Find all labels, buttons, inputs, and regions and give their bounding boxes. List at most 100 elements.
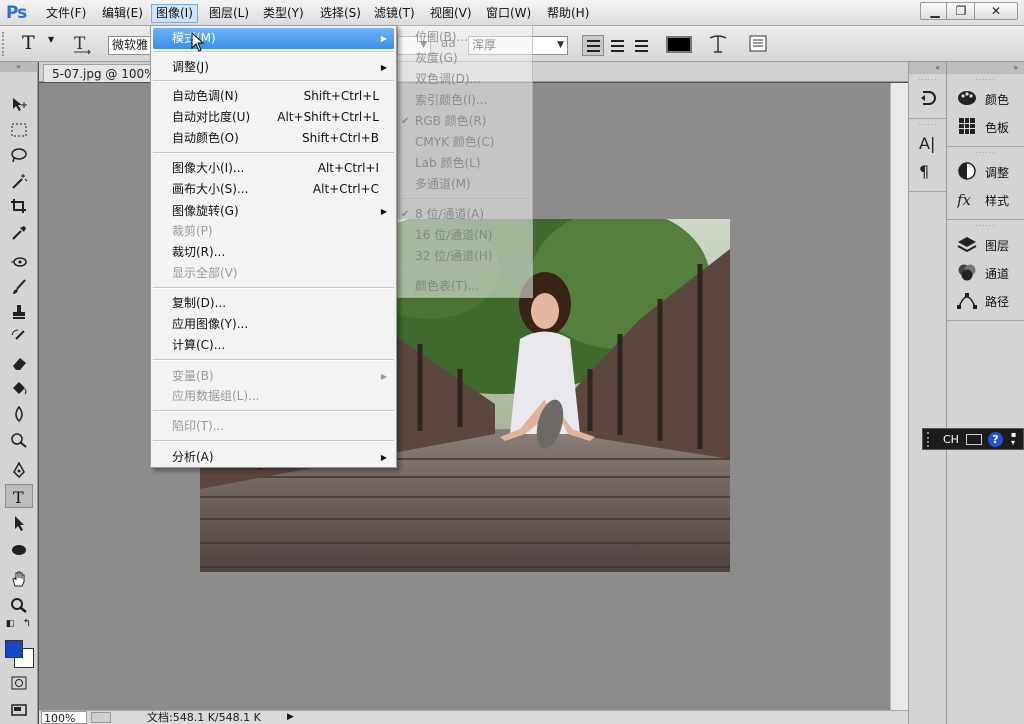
ellipse-tool-icon[interactable] (5, 538, 33, 562)
magic-wand-tool-icon[interactable] (5, 169, 33, 193)
image-menu-crop: 裁剪(P) (172, 224, 213, 238)
character-panel-button[interactable]: A| (909, 129, 946, 157)
keyboard-icon[interactable] (966, 434, 982, 445)
restore-button[interactable]: ❐ (946, 2, 976, 20)
history-brush-tool-icon[interactable] (5, 325, 33, 349)
swatches-panel-label: 色板 (985, 121, 1010, 135)
mode-rgb[interactable]: ✔ RGB 颜色(R) (398, 111, 532, 132)
menu-edit[interactable]: 编辑(E) (98, 4, 147, 23)
spot-healing-tool-icon[interactable] (5, 250, 33, 274)
styles-panel-button[interactable]: fx 样式 (947, 185, 1024, 213)
zoom-field[interactable]: 100% (41, 711, 87, 724)
menu-file[interactable]: 文件(F) (42, 4, 90, 23)
history-panel-button[interactable] (909, 84, 946, 112)
screen-mode-icon[interactable] (5, 698, 33, 722)
zoom-tool-icon[interactable] (5, 593, 33, 617)
swatches-panel-button[interactable]: 色板 (947, 112, 1024, 140)
chevron-down-icon[interactable]: ▼ (48, 35, 54, 44)
adjustments-panel-button[interactable]: 调整 (947, 157, 1024, 185)
lasso-tool-icon[interactable] (5, 143, 33, 167)
channels-panel-button[interactable]: 通道 (947, 258, 1024, 286)
align-left-button[interactable] (582, 35, 604, 56)
color-panel-button[interactable]: 颜色 (947, 84, 1024, 112)
menu-image[interactable]: 图像(I) (151, 4, 198, 23)
hand-tool-icon[interactable] (5, 567, 33, 591)
language-indicator[interactable]: CH (943, 433, 959, 446)
image-menu-apply-data-set: 应用数据组(L)... (172, 389, 260, 403)
mode-multichannel[interactable]: 多通道(M) (398, 174, 532, 195)
mouse-cursor-icon (191, 32, 205, 52)
image-menu-trap: 陷印(T)... (172, 419, 225, 433)
image-menu-duplicate[interactable]: 复制(D)... (153, 293, 394, 314)
blur-tool-icon[interactable] (5, 402, 33, 426)
image-menu-calculations[interactable]: 计算(C)... (153, 335, 394, 356)
paint-bucket-tool-icon[interactable] (5, 376, 33, 400)
paths-panel-button[interactable]: 路径 (947, 286, 1024, 314)
image-menu-analysis[interactable]: 分析(A) ▶ (153, 447, 394, 468)
swap-colors-icon[interactable]: ↰ (20, 618, 34, 630)
font-family-select[interactable]: 微软雅 (108, 36, 152, 55)
image-menu-auto-color[interactable]: 自动颜色(O) Shift+Ctrl+B (153, 128, 394, 149)
help-icon[interactable]: ? (988, 432, 1003, 447)
mode-color-table[interactable]: 颜色表(T)... (398, 276, 532, 297)
mode-cmyk[interactable]: CMYK 颜色(C) (398, 132, 532, 153)
menu-select[interactable]: 选择(S) (316, 4, 365, 23)
marquee-tool-icon[interactable] (5, 118, 33, 142)
type-tool-preset[interactable]: T (22, 32, 35, 54)
warp-text-icon[interactable] (707, 33, 729, 58)
character-panel-icon[interactable] (748, 34, 770, 57)
layers-panel-button[interactable]: 图层 (947, 230, 1024, 258)
crop-tool-icon[interactable] (5, 194, 33, 218)
text-color-swatch[interactable] (666, 36, 692, 53)
status-menu-arrow-icon[interactable]: ▶ (287, 711, 294, 724)
svg-text:fx: fx (957, 191, 972, 208)
quick-mask-icon[interactable] (5, 671, 33, 695)
mode-bitmap[interactable]: 位图(B)... (398, 27, 532, 48)
eyedropper-tool-icon[interactable] (5, 220, 33, 244)
image-menu-apply-image[interactable]: 应用图像(Y)... (153, 314, 394, 335)
paragraph-panel-button[interactable]: ¶ (909, 157, 946, 185)
foreground-color-swatch[interactable] (5, 640, 23, 658)
pen-tool-icon[interactable] (5, 458, 33, 482)
menu-view[interactable]: 视图(V) (426, 4, 476, 23)
align-center-button[interactable] (606, 35, 628, 56)
menu-type[interactable]: 类型(Y) (259, 4, 308, 23)
font-family-value: 微软雅 (112, 38, 149, 52)
image-menu-auto-tone[interactable]: 自动色调(N) Shift+Ctrl+L (153, 86, 394, 107)
path-selection-tool-icon[interactable] (5, 511, 33, 535)
mode-duotone[interactable]: 双色调(D)... (398, 69, 532, 90)
mode-32bit[interactable]: 32 位/通道(H) (398, 246, 532, 267)
mode-grayscale[interactable]: 灰度(G) (398, 48, 532, 69)
panel-dock: » ······ 颜色 色板 ······ 调整 fx 样式 ······ 图层 (947, 62, 1024, 724)
mode-16bit[interactable]: 16 位/通道(N) (398, 225, 532, 246)
eraser-tool-icon[interactable] (5, 351, 33, 375)
menu-layer[interactable]: 图层(L) (205, 4, 253, 23)
image-menu-canvas-size[interactable]: 画布大小(S)... Alt+Ctrl+C (153, 179, 394, 200)
status-preview-icon[interactable] (91, 712, 111, 723)
type-tool-icon[interactable]: T (5, 484, 33, 508)
move-tool-icon[interactable] (5, 92, 33, 116)
check-icon: ✔ (401, 209, 410, 220)
clone-stamp-tool-icon[interactable] (5, 300, 33, 324)
toggle-orientation-icon[interactable]: T (72, 32, 92, 57)
image-menu-adjustments[interactable]: 调整(J) ▶ (153, 57, 394, 78)
mode-8bit[interactable]: ✔ 8 位/通道(A) (398, 204, 532, 225)
menu-help[interactable]: 帮助(H) (543, 4, 593, 23)
langbar-options-icon[interactable]: ▪ ▾ (1011, 431, 1016, 447)
mode-indexed[interactable]: 索引颜色(I)... (398, 90, 532, 111)
dodge-tool-icon[interactable] (5, 428, 33, 452)
mode-lab[interactable]: Lab 颜色(L) (398, 153, 532, 174)
image-menu-mode[interactable]: 模式(M)▶ (153, 28, 394, 49)
image-menu-auto-contrast[interactable]: 自动对比度(U) Alt+Shift+Ctrl+L (153, 107, 394, 128)
menu-filter[interactable]: 滤镜(T) (370, 4, 419, 23)
brush-tool-icon[interactable] (5, 275, 33, 299)
close-button[interactable]: ✕ (974, 2, 1018, 20)
align-right-button[interactable] (630, 35, 652, 56)
default-colors-icon[interactable]: ◧ (3, 618, 17, 630)
vertical-scrollbar[interactable] (890, 83, 908, 710)
image-menu-trim[interactable]: 裁切(R)... (153, 242, 394, 263)
image-menu-rotation[interactable]: 图像旋转(G) ▶ (153, 201, 394, 222)
menu-window[interactable]: 窗口(W) (482, 4, 535, 23)
langbar-grip[interactable] (927, 432, 935, 447)
image-menu-image-size[interactable]: 图像大小(I)... Alt+Ctrl+I (153, 158, 394, 179)
